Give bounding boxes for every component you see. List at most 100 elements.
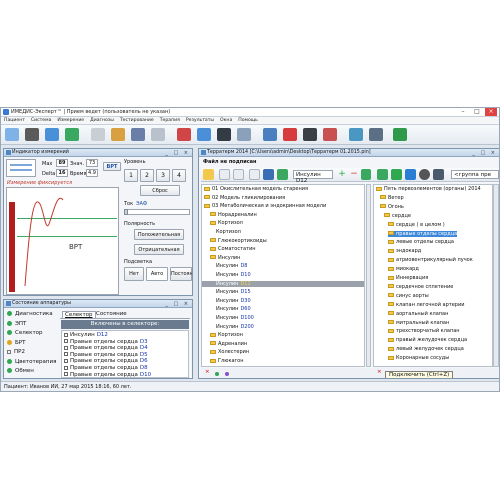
ab-icon[interactable] <box>303 128 317 141</box>
maximize-button[interactable]: □ <box>471 108 483 116</box>
left-tree-item[interactable]: Кортизол <box>210 220 243 226</box>
tools-icon[interactable] <box>25 128 39 141</box>
menu-item[interactable]: Система <box>28 117 55 124</box>
left-tree-item[interactable]: Норадреналин <box>210 212 257 218</box>
print-icon[interactable] <box>369 128 383 141</box>
selector-checkbox[interactable] <box>64 372 68 377</box>
monitor-icon[interactable] <box>45 128 59 141</box>
panel-controls[interactable]: _ □ × <box>472 150 497 156</box>
selector-item[interactable]: Правые отделы сердца D10 <box>64 372 151 378</box>
add-icon[interactable]: + <box>337 169 347 180</box>
left-tree-item[interactable]: Инсулин D100 <box>216 315 254 321</box>
selector-item[interactable]: Правые отделы сердца D8 <box>64 365 148 371</box>
level-button-1[interactable]: 1 <box>124 169 138 182</box>
selector-item[interactable]: Правые отделы сердца D5 <box>64 352 148 358</box>
left-purple-marker[interactable] <box>225 371 232 377</box>
left-tree-item[interactable]: Кортизол <box>216 229 241 235</box>
checked-icon[interactable] <box>391 169 402 180</box>
left-tree-item[interactable]: Адреналин <box>210 341 247 347</box>
reset-button[interactable]: Сброс <box>140 185 180 196</box>
tab-selector[interactable]: Селектор <box>62 311 96 318</box>
level-button-4[interactable]: 4 <box>172 169 186 182</box>
right-tree-item[interactable]: левый желудочек сердца <box>388 346 464 352</box>
check-icon[interactable] <box>277 169 288 180</box>
right-tree-item[interactable]: клапан легочной артерии <box>388 302 464 308</box>
right-tree-item[interactable]: левые отделы сердца <box>388 239 454 245</box>
device-icon[interactable] <box>151 128 165 141</box>
checklist-icon[interactable] <box>377 169 388 180</box>
selector-checkbox[interactable] <box>64 352 68 357</box>
menu-item[interactable]: Помощь <box>235 117 261 124</box>
right-tree-item[interactable]: эндокард <box>388 248 421 254</box>
level-button-2[interactable]: 2 <box>140 169 154 182</box>
right-tree-item[interactable]: сердечное сплетение <box>388 284 453 290</box>
backlight-none-button[interactable]: Нет <box>124 267 144 281</box>
box-icon[interactable] <box>111 128 125 141</box>
gauge-icon[interactable] <box>263 169 274 180</box>
left-tree-item[interactable]: Инсулин D10 <box>216 272 251 278</box>
exit-icon[interactable] <box>393 128 407 141</box>
list-icon[interactable] <box>263 128 277 141</box>
diagnosis-icon[interactable] <box>65 128 79 141</box>
menu-item[interactable]: Пациент <box>1 117 28 124</box>
remove-icon[interactable]: − <box>349 169 359 180</box>
left-tree-item[interactable]: Холестерин <box>210 349 249 355</box>
right-tree-item[interactable]: аортальный клапан <box>388 311 448 317</box>
right-tree-item[interactable]: митральный клапан <box>388 320 449 326</box>
right-tree-item[interactable]: синус аорты <box>388 293 429 299</box>
left-tree-item[interactable]: Инсулин <box>210 255 240 261</box>
panel-controls[interactable]: _ □ × <box>165 301 190 307</box>
left-tree-item[interactable]: 03 Метаболическая и эндокринная модели <box>204 203 326 209</box>
left-tree-item[interactable]: Кортизон <box>210 332 243 338</box>
selector-item[interactable]: Правые отделы сердца D6 <box>64 358 148 364</box>
left-tree-item[interactable]: Инсулин D30 <box>216 298 251 304</box>
selector-checkbox[interactable] <box>64 332 68 337</box>
open-folder-icon[interactable] <box>203 169 214 180</box>
right-tree-item[interactable]: миокард <box>388 266 419 272</box>
right-tree-item[interactable]: Ветер <box>380 195 404 201</box>
hand-icon[interactable] <box>91 128 105 141</box>
selector-checkbox[interactable] <box>64 365 68 370</box>
menu-item[interactable]: Измерение <box>54 117 87 124</box>
right-tree-item[interactable]: Огонь <box>380 204 404 210</box>
selector-checkbox[interactable] <box>64 358 68 363</box>
left-tree-item[interactable]: Инсулин D15 <box>216 289 251 295</box>
right-tree-item[interactable]: правый желудочек сердца <box>388 337 467 343</box>
current-slider[interactable] <box>124 209 190 215</box>
save-icon[interactable] <box>349 128 363 141</box>
level-button-3[interactable]: 3 <box>156 169 170 182</box>
selector-checkbox[interactable] <box>64 339 68 344</box>
patient-icon[interactable] <box>5 128 19 141</box>
left-tree-item[interactable]: Инсулин D12 <box>202 280 364 287</box>
right-tree-item[interactable]: Коронарные сосуды <box>388 355 449 361</box>
left-scrollbar[interactable] <box>366 184 371 367</box>
left-tree-item[interactable]: Глюкагон <box>210 358 244 364</box>
settings-icon[interactable] <box>419 169 430 180</box>
view-icon[interactable] <box>249 169 260 180</box>
test-icon[interactable] <box>283 128 297 141</box>
group-field[interactable]: <группа пре <box>451 170 499 179</box>
right-tree-item[interactable]: атриовентрикулярный пучок <box>388 257 473 263</box>
left-tree-item[interactable]: Глюкокортикоиды <box>210 238 267 244</box>
panel-controls[interactable]: _ □ × <box>165 150 190 156</box>
menu-item[interactable]: Диагнозы <box>87 117 117 124</box>
right-tree-item[interactable]: сердце <box>384 213 411 219</box>
selector-checkbox[interactable] <box>64 345 68 350</box>
left-tree-item[interactable]: Соматостатин <box>210 246 256 252</box>
menu-item[interactable]: Тестирование <box>117 117 157 124</box>
confirm-icon[interactable] <box>361 169 371 180</box>
left-tree-item[interactable]: Инсулин D8 <box>216 263 247 269</box>
left-close-icon[interactable]: × <box>205 369 210 375</box>
chart-icon[interactable] <box>197 128 211 141</box>
document-icon[interactable] <box>131 128 145 141</box>
left-tree-item[interactable]: Инсулин D200 <box>216 324 254 330</box>
right-tree-item[interactable]: сердце ( в целом ) <box>388 222 445 228</box>
positive-polarity-button[interactable]: Положительная <box>134 229 184 240</box>
right-tree-item[interactable]: трехстворчатый клапан <box>388 328 460 334</box>
menu-item[interactable]: Результаты <box>183 117 217 124</box>
close-button[interactable]: × <box>485 108 497 116</box>
backlight-constant-button[interactable]: Постоян. <box>170 267 192 281</box>
right-tree-item[interactable]: Пять первоэлементов (органы) 2014 <box>376 186 481 192</box>
copy-icon[interactable] <box>233 169 244 180</box>
flag-icon[interactable] <box>177 128 191 141</box>
